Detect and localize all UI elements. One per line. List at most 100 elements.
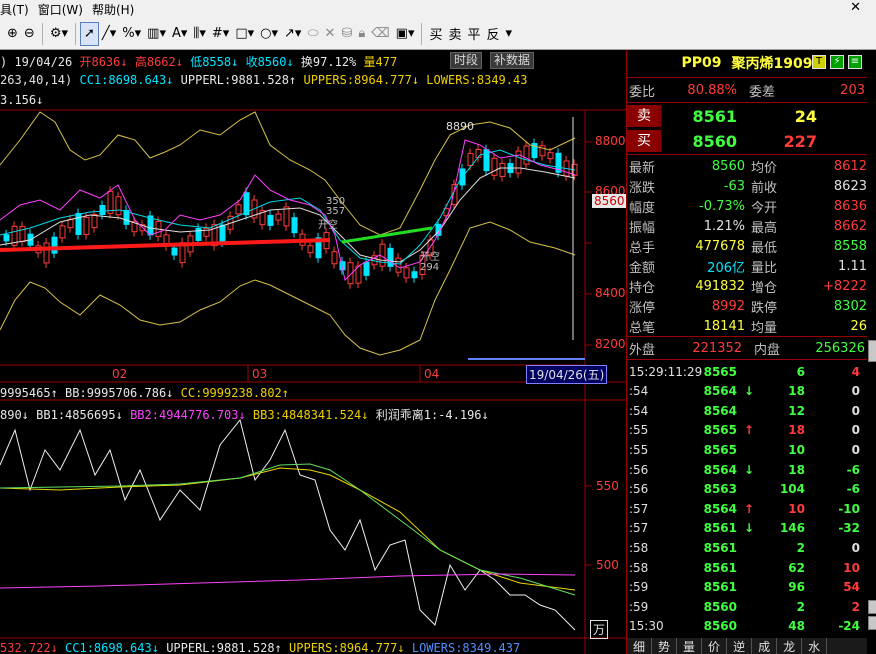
sell-volume: 24 [794, 106, 817, 126]
candle-body [19, 226, 26, 243]
stat-value: 26 [850, 318, 867, 334]
stat-row: 幅度 -0.73% 今开 8636 [627, 196, 867, 216]
candle-body [499, 162, 506, 177]
quote-panel: PP09 聚丙烯1909 T ⚡ ≡ 委比 80.88% 委差 203 卖 85… [626, 50, 876, 654]
tick-row: :54 8564 12 0 [627, 401, 863, 420]
menu-icon[interactable]: ≡ [848, 55, 862, 69]
tick-time: :56 [629, 462, 649, 477]
panel-tab[interactable]: 量 [677, 638, 703, 654]
buy-button[interactable]: 买 [429, 24, 442, 43]
indicator-cc1: CC1:8698.643↓ [79, 73, 174, 87]
divider [627, 102, 867, 103]
panel-tab[interactable]: 细 [627, 638, 653, 654]
toolbar-divider [421, 22, 423, 45]
circle-tool-icon[interactable]: ○▾ [257, 22, 281, 46]
buy-volume: 227 [783, 131, 817, 151]
supplement-data-button[interactable]: 补数据 [490, 52, 535, 69]
candle-body [283, 206, 290, 227]
rect-tool-icon[interactable]: □▾ [232, 22, 257, 46]
menu-item-help[interactable]: 帮助(H) [92, 1, 143, 18]
candle-body [3, 234, 10, 242]
channel-tool-icon[interactable]: ⫼▾ [190, 22, 209, 46]
lock-icon[interactable]: ⛁ [338, 22, 355, 46]
tick-price: 8563 [703, 482, 737, 497]
text-tool-icon[interactable]: A▾ [169, 22, 190, 46]
tick-position-change: -32 [838, 521, 860, 536]
tick-position-change: 2 [851, 599, 860, 614]
stat-value: 8992 [711, 298, 745, 314]
panel-tab[interactable]: 价 [702, 638, 728, 654]
divider [627, 77, 867, 78]
tick-position-change: -24 [838, 619, 860, 634]
ruler-tool-icon[interactable]: ▥▾ [144, 22, 169, 46]
tick-position-change: -6 [846, 462, 860, 477]
t-icon[interactable]: T [812, 55, 826, 69]
tick-time: :59 [629, 580, 649, 595]
settings-icon[interactable]: ⚙▾ [47, 22, 71, 46]
tick-volume: 62 [788, 560, 805, 575]
panel-tab[interactable]: 成 [752, 638, 778, 654]
arrow-tool-icon[interactable]: ↗▾ [281, 22, 304, 46]
lock2-icon[interactable]: 🔒︎ [355, 22, 368, 46]
sell-button[interactable]: 卖 [449, 24, 462, 43]
scrollbar[interactable] [868, 50, 876, 654]
ellipse-tool-icon[interactable]: ⬭ [304, 22, 321, 46]
panel-tab[interactable]: 势 [652, 638, 678, 654]
tick-price: 8565 [703, 364, 737, 379]
cursor-date-box: 19/04/26(五) [526, 365, 608, 384]
toolbar-divider [75, 22, 76, 45]
footer-lowers: LOWERS:8349.437 [411, 641, 521, 654]
line-tool-icon[interactable]: ╱▾ [99, 22, 119, 46]
footer-uppers: UPPERS:8964.777↓ [289, 641, 405, 654]
lightning-icon[interactable]: ⚡ [830, 55, 844, 69]
header-high: 高8662↓ [134, 55, 183, 69]
scrollbar-thumb[interactable] [868, 340, 876, 362]
indicator-uppers: UPPERS:8964.777↓ [303, 73, 420, 87]
delete-icon[interactable]: ✕ [322, 22, 339, 46]
menu-item-window[interactable]: 窗口(W) [38, 1, 92, 18]
tick-price: 8565 [703, 442, 737, 457]
cursor-icon[interactable]: ➚ [80, 21, 99, 46]
stat-label: 总手 [629, 240, 656, 256]
toolbar-divider [41, 22, 43, 45]
tick-time: :55 [629, 423, 649, 438]
zoom-in-icon[interactable]: ⊕ [4, 22, 21, 46]
flat-button[interactable]: 平 [468, 24, 481, 43]
candle-body [115, 196, 122, 216]
percent-tool-icon[interactable]: %▾ [119, 22, 144, 46]
panel-tab[interactable]: 水 [802, 638, 828, 654]
stat-row: 振幅 1.21% 最高 8662 [627, 216, 867, 236]
stat-label: 跌停 [751, 300, 778, 316]
close-icon[interactable]: ✕ [850, 0, 870, 15]
buy-row[interactable]: 买 8560 227 [627, 130, 867, 152]
candlestick-series [3, 138, 578, 289]
indicator-header-1: 9995465↑ BB:9995706.786↓ CC:9999238.802↑ [0, 386, 289, 400]
candle-body [171, 247, 178, 256]
stat-label: 涨跌 [629, 180, 656, 196]
erase-icon[interactable]: ⌫ [368, 22, 392, 46]
more-icon[interactable]: ▾ [506, 26, 513, 41]
sell-row[interactable]: 卖 8561 24 [627, 105, 867, 127]
panel-tab[interactable]: 龙 [777, 638, 803, 654]
panel-tab[interactable]: 逆 [727, 638, 753, 654]
stat-label: 今开 [751, 200, 778, 216]
tick-price: 8561 [703, 580, 737, 595]
save-icon[interactable]: ▣▾ [393, 22, 418, 46]
stat-label: 持仓 [629, 280, 656, 296]
stat-label: 幅度 [629, 200, 656, 216]
menu-item-tools[interactable]: 具(T) [0, 1, 38, 18]
tick-arrow: ↑ [743, 501, 755, 516]
reverse-button[interactable]: 反 [487, 24, 500, 43]
toolbar: ⊕ ⊖ ⚙▾ ➚ ╱▾ %▾ ▥▾ A▾ ⫼▾ #▾ □▾ ○▾ ↗▾ ⬭ ✕ … [0, 18, 876, 50]
scroll-down-icon[interactable] [868, 616, 876, 630]
period-button[interactable]: 时段 [450, 52, 483, 69]
stat-row: 总笔 18141 均量 26 [627, 316, 867, 336]
peak-label: 8890 [446, 120, 474, 133]
zoom-out-icon[interactable]: ⊖ [21, 22, 38, 46]
header-low: 低8558↓ [190, 55, 239, 69]
tick-time: :58 [629, 560, 649, 575]
scroll-up-icon[interactable] [868, 600, 876, 614]
panel-bottom-tabs: 细势量价逆成龙水 [627, 638, 867, 654]
kline-chart-area[interactable]: ) 19/04/26 开8636↓ 高8662↓ 低8558↓ 收8560↓ 换… [0, 50, 627, 654]
grid-tool-icon[interactable]: #▾ [209, 22, 232, 46]
